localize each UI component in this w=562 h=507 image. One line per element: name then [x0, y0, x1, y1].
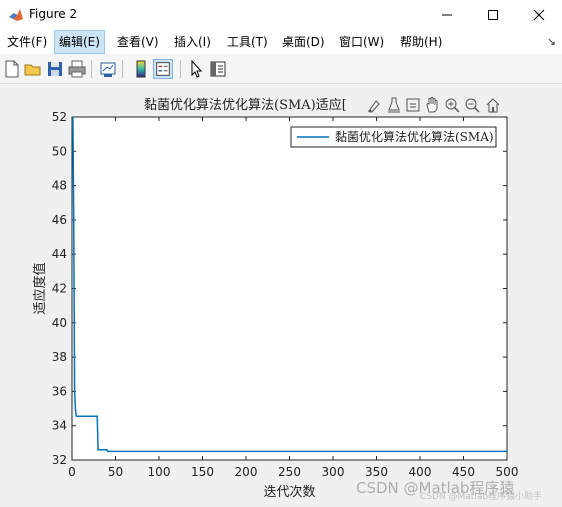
x-tick-label: 300	[322, 465, 345, 479]
axes-toolbar	[366, 96, 506, 114]
plot-area	[71, 116, 508, 461]
y-tick-label: 40	[52, 316, 67, 330]
x-tick-label: 250	[278, 465, 301, 479]
y-tick-label: 50	[52, 144, 67, 158]
x-tick-label: 50	[108, 465, 123, 479]
data-tips-icon[interactable]	[386, 96, 402, 114]
x-tick-label: 150	[191, 465, 214, 479]
y-axis-label: 适应度值	[32, 262, 48, 314]
brush-icon[interactable]	[366, 96, 382, 114]
y-tick-label: 42	[52, 282, 67, 296]
x-axis-label: 迭代次数	[263, 484, 315, 500]
home-icon[interactable]	[485, 96, 501, 114]
watermark-small: CSDN @Matlab程序猿小助手	[420, 492, 543, 502]
line-chart: 0 50 100 150 200 250 300 350 400 450 5003234363840…	[32, 110, 518, 500]
chart-title: 黏菌优化算法优化算法(SMA)适应[	[144, 98, 347, 113]
y-tick-label: 38	[52, 350, 67, 364]
save-axes-icon[interactable]	[405, 96, 421, 114]
legend-label: 黏菌优化算法优化算法(SMA)	[335, 129, 494, 144]
zoom-in-icon[interactable]	[444, 96, 460, 114]
x-tick-label: 100	[148, 465, 171, 479]
y-tick-label: 36	[52, 384, 67, 398]
y-tick-label: 34	[52, 419, 67, 433]
y-tick-label: 46	[52, 213, 67, 227]
y-tick-label: 44	[52, 247, 67, 261]
y-tick-label: 48	[52, 179, 67, 193]
y-tick-label: 52	[52, 110, 67, 124]
x-tick-label: 0	[68, 465, 76, 479]
y-tick-label: 32	[52, 453, 67, 467]
zoom-out-icon[interactable]	[464, 96, 480, 114]
pan-icon[interactable]	[424, 96, 440, 114]
x-tick-label: 200	[235, 465, 258, 479]
